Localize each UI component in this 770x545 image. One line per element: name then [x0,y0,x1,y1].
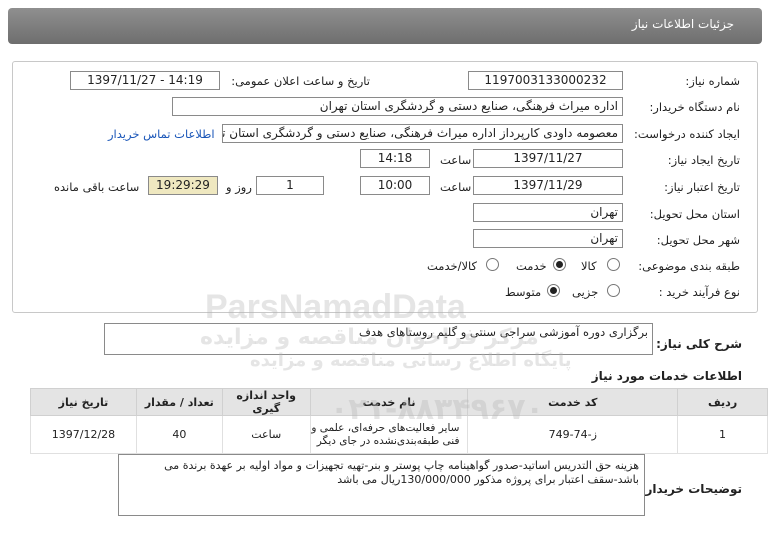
process-radio-minor[interactable] [607,284,620,297]
summary-label: شرح کلی نیاز: [656,337,742,351]
buyer-org-label: نام دستگاه خریدار: [649,100,740,114]
days-label: روز و [226,180,252,194]
buyer-org-field: اداره میراث فرهنگی، صنایع دستی و گردشگری… [172,97,623,116]
remaining-time-field: 19:29:29 [148,176,218,195]
summary-field: برگزاری دوره آموزشی سراجی سنتی و گلیم رو… [104,323,653,355]
requester-field: معصومه داودی کارپرداز اداره میراث فرهنگی… [222,124,623,143]
created-date-label: تاریخ ایجاد نیاز: [667,153,740,167]
province-field: تهران [473,203,623,222]
remaining-time-label: ساعت باقی مانده [54,180,140,194]
need-number-label: شماره نیاز: [685,74,740,88]
category-label: طبقه بندی موضوعی: [638,259,740,273]
validity-date-label: تاریخ اعتبار نیاز: [664,180,740,194]
city-label: شهر محل تحویل: [656,233,740,247]
col-row: ردیف [677,388,768,416]
validity-time-field: 10:00 [360,176,430,195]
services-table: تاریخ نیاز تعداد / مقدار واحد اندازه گیر… [30,388,768,454]
col-quantity: تعداد / مقدار [135,388,223,416]
buyer-notes-label: توضیحات خریدار: [640,482,742,496]
process-option-minor: جزیی [572,285,599,299]
process-option-medium: متوسط [505,285,542,299]
col-service-code: کد خدمت [467,388,679,416]
col-unit: واحد اندازه گیری [221,388,311,416]
col-service-name: نام خدمت [309,388,469,416]
cell-service-name: سایر فعالیت‌های حرفه‌ای، علمی و فنی طبقه… [309,415,469,454]
city-field: تهران [473,229,623,248]
col-need-date: تاریخ نیاز [30,388,137,416]
buyer-contact-link[interactable]: اطلاعات تماس خریدار [108,127,215,141]
cell-service-code: ز-74-749 [467,415,679,454]
process-type-label: نوع فرآیند خرید : [658,285,740,299]
cell-unit: ساعت [221,415,311,454]
buyer-notes-line1: هزینه حق التدریس اساتید-صدور گواهینامه چ… [164,459,639,472]
category-radio-service[interactable] [553,258,566,271]
category-option-goods-service: کالا/خدمت [427,259,478,273]
process-radio-medium[interactable] [547,284,560,297]
announce-label: تاریخ و ساعت اعلان عمومی: [231,74,370,88]
validity-time-label: ساعت [440,180,472,194]
category-radio-goods-service[interactable] [486,258,499,271]
buyer-notes-line2: باشد-سقف اعتبار برای پروژه مذکور 130/000… [337,473,639,486]
cell-need-date: 1397/12/28 [30,415,137,454]
need-number-field: 1197003133000232 [468,71,623,90]
buyer-notes-field: هزینه حق التدریس اساتید-صدور گواهینامه چ… [118,454,645,516]
province-label: استان محل تحویل: [649,207,740,221]
services-header-row: تاریخ نیاز تعداد / مقدار واحد اندازه گیر… [30,388,768,416]
services-title: اطلاعات خدمات مورد نیاز [591,369,742,383]
cell-row: 1 [677,415,768,454]
validity-date-field: 1397/11/29 [473,176,623,195]
days-field: 1 [256,176,324,195]
table-row: 1397/12/28 40 ساعت سایر فعالیت‌های حرفه‌… [30,415,768,454]
announce-field: 1397/11/27 - 14:19 [70,71,220,90]
created-time-field: 14:18 [360,149,430,168]
category-option-service: خدمت [516,259,547,273]
requester-label: ایجاد کننده درخواست: [634,127,740,141]
created-date-field: 1397/11/27 [473,149,623,168]
cell-quantity: 40 [135,415,223,454]
category-option-goods: کالا [581,259,597,273]
category-radio-goods[interactable] [607,258,620,271]
page-title: جزئیات اطلاعات نیاز [631,17,734,31]
created-time-label: ساعت [440,153,472,167]
